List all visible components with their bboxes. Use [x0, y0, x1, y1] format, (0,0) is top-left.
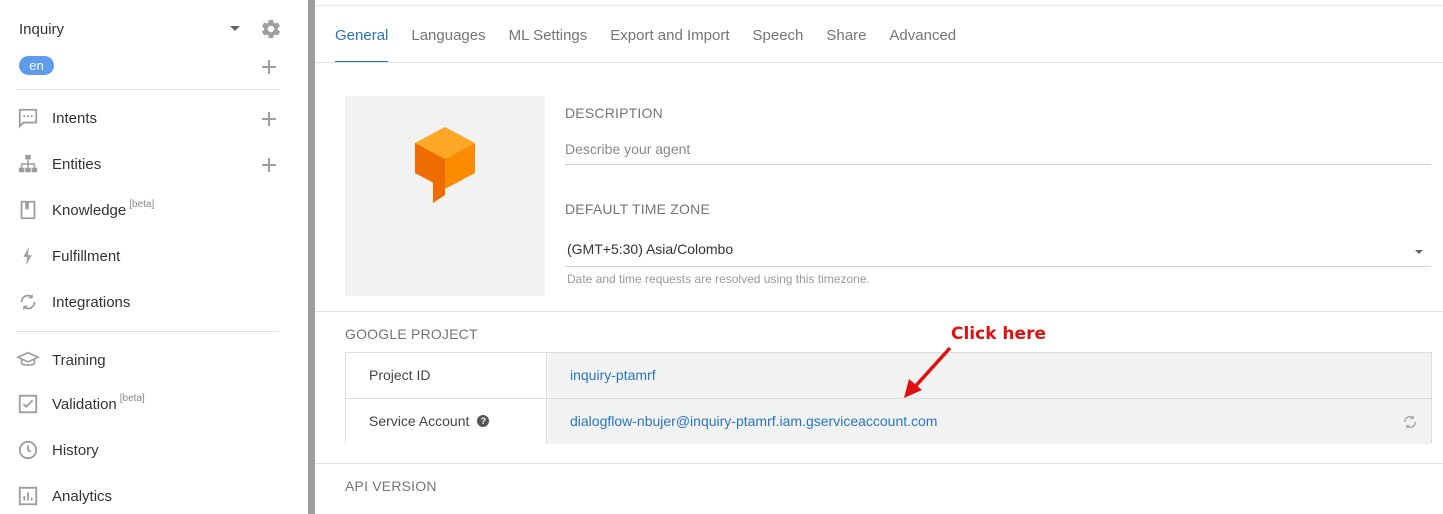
sidebar-item-label: Knowledge — [52, 201, 127, 219]
section-divider — [315, 463, 1443, 464]
annotation-arrow-icon — [904, 346, 952, 398]
timezone-value: (GMT+5:30) Asia/Colombo — [567, 241, 734, 257]
sidebar-item-fulfillment[interactable]: Fulfillment — [16, 242, 286, 270]
table-row: Project ID inquiry-ptamrf — [346, 353, 1431, 398]
sidebar-item-training[interactable]: Training — [16, 346, 286, 374]
tab-languages[interactable]: Languages — [411, 24, 485, 63]
chevron-down-icon — [1415, 250, 1423, 254]
sidebar-item-label: Integrations — [52, 293, 131, 311]
tab-general[interactable]: General — [335, 24, 389, 63]
tabs-divider — [315, 62, 1443, 63]
sidebar-item-analytics[interactable]: Analytics — [16, 482, 286, 510]
google-project-table: Project ID inquiry-ptamrf Service Accoun… — [345, 352, 1432, 444]
agent-name[interactable]: Inquiry — [19, 21, 64, 38]
sidebar-item-label: Training — [52, 351, 106, 369]
main-content: General Languages ML Settings Export and… — [315, 0, 1443, 514]
bolt-icon — [16, 244, 40, 268]
tab-ml-settings[interactable]: ML Settings — [509, 24, 588, 63]
agent-avatar[interactable] — [345, 96, 545, 296]
sidebar-divider — [16, 331, 279, 332]
sidebar-item-label: Entities — [52, 155, 102, 173]
add-language-icon[interactable] — [262, 60, 276, 74]
description-label: DESCRIPTION — [565, 105, 663, 121]
tab-speech[interactable]: Speech — [753, 24, 804, 63]
graduation-cap-icon — [16, 348, 40, 372]
service-account-key: Service Account? — [346, 399, 547, 444]
sidebar-item-knowledge[interactable]: Knowledge [beta] — [16, 196, 286, 224]
tab-export-import[interactable]: Export and Import — [610, 24, 729, 63]
description-input[interactable]: Describe your agent — [565, 141, 1431, 165]
add-entity-icon[interactable] — [262, 158, 276, 172]
api-version-label: API VERSION — [345, 478, 437, 494]
timezone-hint: Date and time requests are resolved usin… — [567, 272, 870, 286]
sync-icon — [16, 290, 40, 314]
settings-tabs: General Languages ML Settings Export and… — [335, 24, 979, 63]
dialogflow-logo-icon — [415, 127, 475, 203]
language-badge[interactable]: en — [19, 56, 54, 75]
sidebar-divider — [16, 89, 279, 90]
sidebar-item-entities[interactable]: Entities — [16, 150, 286, 178]
beta-tag: [beta] — [119, 392, 145, 404]
sidebar-item-integrations[interactable]: Integrations — [16, 288, 286, 316]
sidebar-item-label: Intents — [52, 109, 98, 127]
sidebar-item-label: Analytics — [52, 487, 113, 505]
timezone-select[interactable]: (GMT+5:30) Asia/Colombo — [565, 241, 1431, 267]
check-box-icon — [16, 392, 40, 416]
hierarchy-icon — [16, 152, 40, 176]
gear-icon[interactable] — [260, 18, 282, 40]
sidebar-item-validation[interactable]: Validation [beta] — [16, 390, 286, 418]
service-account-value[interactable]: dialogflow-nbujer@inquiry-ptamrf.iam.gse… — [570, 413, 937, 429]
book-icon — [16, 198, 40, 222]
clock-icon — [16, 438, 40, 462]
beta-tag: [beta] — [129, 198, 155, 210]
refresh-icon[interactable] — [1401, 413, 1419, 431]
sidebar: Inquiry en Intents Entities Knowledge [b… — [0, 0, 308, 514]
sidebar-scrollbar[interactable] — [308, 0, 315, 514]
sidebar-item-label: History — [52, 441, 99, 459]
project-id-link[interactable]: inquiry-ptamrf — [548, 353, 1431, 398]
chat-icon — [16, 106, 40, 130]
section-divider — [315, 311, 1443, 312]
project-id-key: Project ID — [346, 353, 547, 398]
sidebar-item-label: Validation — [52, 395, 117, 413]
sidebar-item-intents[interactable]: Intents — [16, 104, 286, 132]
bar-chart-icon — [16, 484, 40, 508]
agent-selector[interactable]: Inquiry — [19, 18, 289, 40]
add-intent-icon[interactable] — [262, 112, 276, 126]
sidebar-item-history[interactable]: History — [16, 436, 286, 464]
table-row: Service Account? dialogflow-nbujer@inqui… — [346, 399, 1431, 444]
help-icon[interactable]: ? — [477, 415, 490, 428]
service-account-label: Service Account — [369, 413, 470, 429]
divider — [315, 5, 1443, 6]
timezone-label: DEFAULT TIME ZONE — [565, 201, 710, 217]
tab-advanced[interactable]: Advanced — [889, 24, 956, 63]
tab-share[interactable]: Share — [826, 24, 866, 63]
annotation-text: Click here — [951, 324, 1046, 344]
sidebar-item-label: Fulfillment — [52, 247, 121, 265]
chevron-down-icon[interactable] — [230, 26, 240, 31]
service-account-link[interactable]: dialogflow-nbujer@inquiry-ptamrf.iam.gse… — [548, 399, 1431, 444]
google-project-label: GOOGLE PROJECT — [345, 326, 478, 342]
